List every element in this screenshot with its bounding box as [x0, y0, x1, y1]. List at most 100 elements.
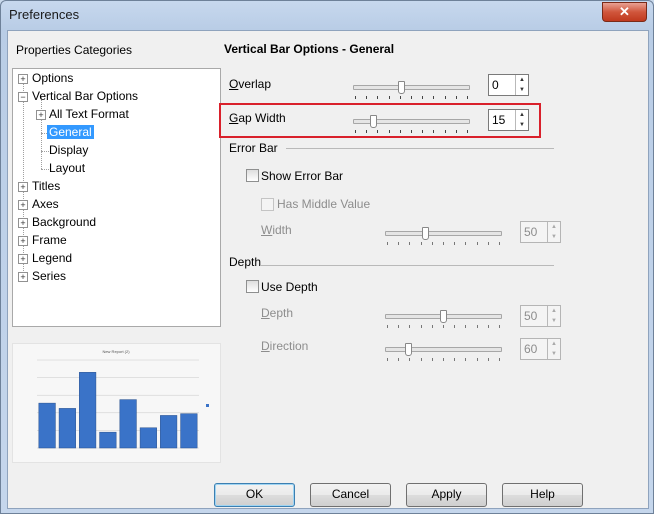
direction-label: Direction — [261, 339, 309, 353]
use-depth-checkbox[interactable] — [246, 280, 259, 293]
tree-item-label: Options — [32, 71, 74, 85]
help-button[interactable]: Help — [502, 483, 583, 507]
slider-tick — [432, 242, 433, 245]
slider-tick — [366, 96, 367, 99]
expand-icon[interactable]: + — [18, 218, 28, 228]
slider-tick — [366, 130, 367, 133]
overlap-value[interactable]: 0 — [492, 78, 499, 92]
spin-up-icon[interactable]: ▲ — [548, 339, 560, 349]
slider-tick — [389, 130, 390, 133]
slider-tick — [454, 242, 455, 245]
slider-tick — [499, 325, 500, 328]
direction-spinner[interactable]: 60 ▲ ▼ — [520, 338, 561, 360]
spin-down-icon[interactable]: ▼ — [548, 316, 560, 326]
gap-width-value[interactable]: 15 — [492, 113, 505, 127]
slider-tick — [355, 130, 356, 133]
direction-slider[interactable] — [385, 343, 502, 363]
gap-width-spinner[interactable]: 15 ▲ ▼ — [488, 109, 529, 131]
spin-up-icon[interactable]: ▲ — [516, 110, 528, 120]
slider-tick — [398, 242, 399, 245]
close-icon: ✕ — [619, 4, 630, 19]
slider-thumb[interactable] — [398, 81, 405, 94]
slider-tick — [456, 96, 457, 99]
overlap-slider[interactable] — [353, 81, 470, 101]
expand-icon[interactable]: + — [18, 272, 28, 282]
expand-icon[interactable]: + — [18, 236, 28, 246]
spin-down-icon[interactable]: ▼ — [516, 85, 528, 95]
expand-icon[interactable]: + — [18, 182, 28, 192]
slider-tick — [443, 242, 444, 245]
spin-down-icon[interactable]: ▼ — [548, 349, 560, 359]
slider-tick — [409, 325, 410, 328]
slider-tick — [421, 325, 422, 328]
expand-icon[interactable]: + — [18, 254, 28, 264]
close-button[interactable]: ✕ — [602, 2, 647, 22]
spin-up-icon[interactable]: ▲ — [548, 306, 560, 316]
gap-width-slider[interactable] — [353, 115, 470, 135]
slider-tick — [467, 130, 468, 133]
slider-tick — [456, 130, 457, 133]
title-bar[interactable]: Preferences ✕ — [1, 1, 653, 29]
show-error-bar-label[interactable]: Show Error Bar — [261, 169, 343, 183]
collapse-icon[interactable]: − — [18, 92, 28, 102]
preview-title: New Report (2) — [102, 349, 130, 354]
spin-up-icon[interactable]: ▲ — [548, 222, 560, 232]
has-middle-value-label: Has Middle Value — [277, 197, 371, 211]
divider — [286, 148, 554, 149]
direction-value[interactable]: 60 — [524, 342, 537, 356]
error-width-label: Width — [261, 223, 292, 237]
slider-tick — [432, 325, 433, 328]
slider-tick — [389, 96, 390, 99]
error-width-slider[interactable] — [385, 227, 502, 247]
slider-tick — [398, 325, 399, 328]
preferences-window: Preferences ✕ Properties Categories + Op… — [0, 0, 654, 514]
slider-tick — [411, 130, 412, 133]
slider-tick — [465, 325, 466, 328]
apply-button[interactable]: Apply — [406, 483, 487, 507]
has-middle-value-checkbox[interactable] — [261, 198, 274, 211]
slider-tick — [422, 130, 423, 133]
depth-spinner[interactable]: 50 ▲ ▼ — [520, 305, 561, 327]
slider-thumb[interactable] — [440, 310, 447, 323]
dialog-body: Properties Categories + Options − Vertic… — [7, 30, 649, 509]
slider-tick — [433, 130, 434, 133]
slider-tick — [445, 96, 446, 99]
preview-bar — [38, 402, 56, 449]
slider-thumb[interactable] — [405, 343, 412, 356]
slider-tick — [488, 358, 489, 361]
expand-icon[interactable]: + — [36, 110, 46, 120]
categories-tree[interactable]: + Options − Vertical Bar Options + All T… — [12, 68, 221, 327]
slider-tick — [387, 325, 388, 328]
tree-item-layout[interactable]: Layout — [49, 160, 85, 177]
spin-down-icon[interactable]: ▼ — [516, 120, 528, 130]
ok-button[interactable]: OK — [214, 483, 295, 507]
slider-tick — [400, 96, 401, 99]
slider-tick — [477, 242, 478, 245]
tree-item-display[interactable]: Display — [49, 142, 88, 159]
use-depth-label[interactable]: Use Depth — [261, 280, 318, 294]
tree-item-label: Display — [49, 143, 89, 157]
preview-legend-swatch — [206, 404, 209, 407]
spin-up-icon[interactable]: ▲ — [516, 75, 528, 85]
tree-item-label: General — [47, 125, 94, 139]
slider-thumb[interactable] — [370, 115, 377, 128]
slider-tick — [422, 96, 423, 99]
cancel-button[interactable]: Cancel — [310, 483, 391, 507]
slider-tick — [488, 242, 489, 245]
tree-item-general[interactable]: General — [47, 124, 94, 141]
show-error-bar-checkbox[interactable] — [246, 169, 259, 182]
error-width-value[interactable]: 50 — [524, 225, 537, 239]
preview-bar — [79, 372, 97, 449]
overlap-spinner[interactable]: 0 ▲ ▼ — [488, 74, 529, 96]
slider-thumb[interactable] — [422, 227, 429, 240]
expand-icon[interactable]: + — [18, 74, 28, 84]
depth-slider[interactable] — [385, 310, 502, 330]
preview-bar — [139, 427, 157, 449]
depth-value[interactable]: 50 — [524, 309, 537, 323]
slider-tick — [443, 358, 444, 361]
error-width-spinner[interactable]: 50 ▲ ▼ — [520, 221, 561, 243]
tree-item-label: Titles — [32, 179, 61, 193]
preview-bar — [180, 413, 198, 449]
spin-down-icon[interactable]: ▼ — [548, 232, 560, 242]
expand-icon[interactable]: + — [18, 200, 28, 210]
